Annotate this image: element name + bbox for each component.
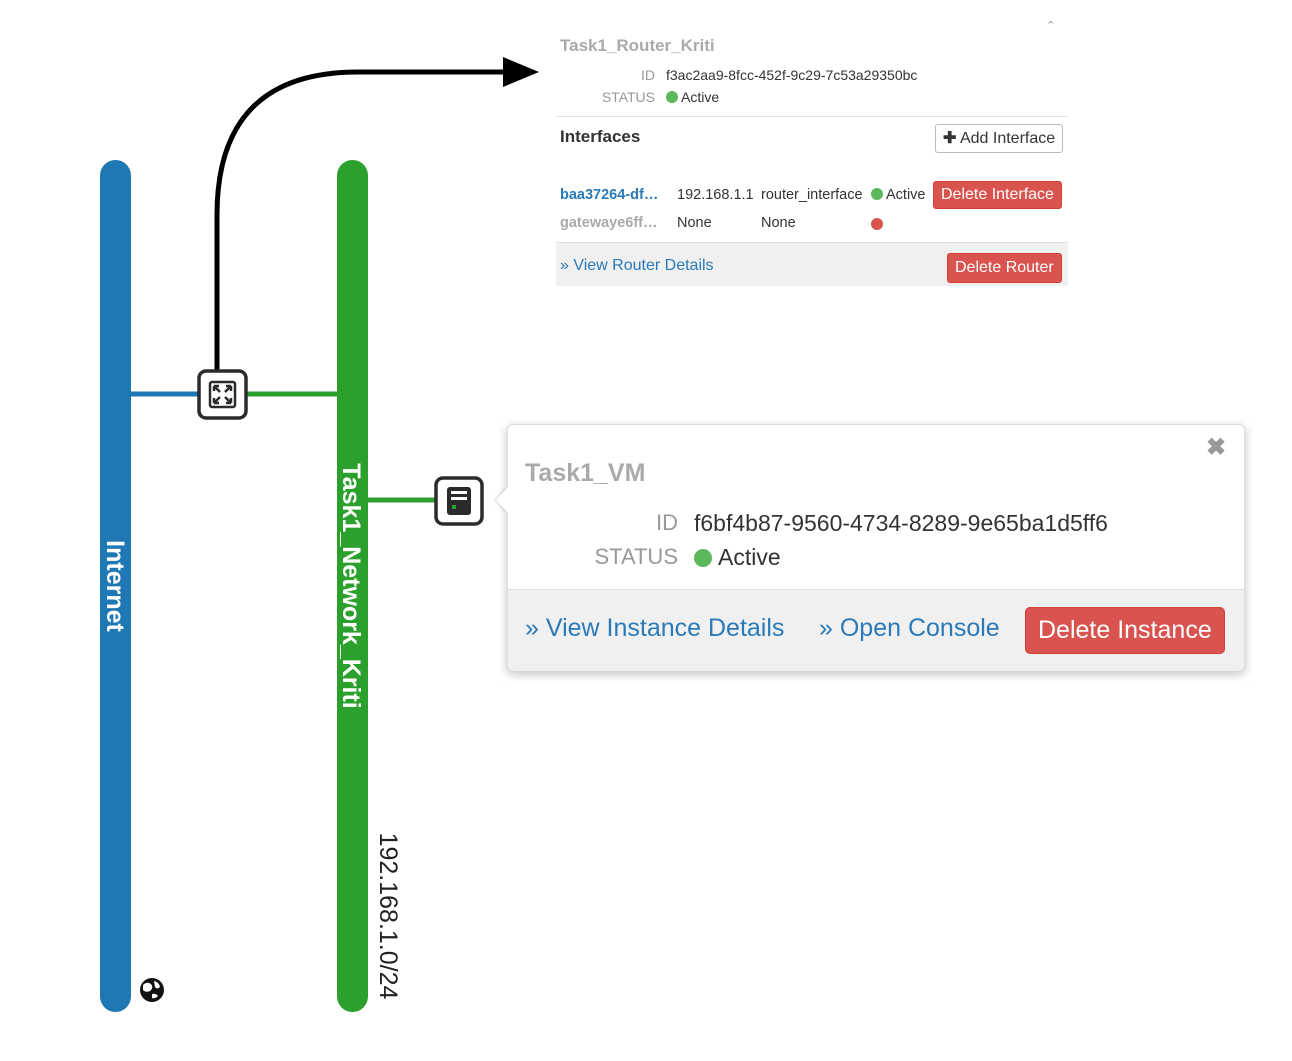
instance-id-label: ID xyxy=(656,510,678,535)
annotation-arrow xyxy=(214,57,539,372)
interface-type: router_interface xyxy=(761,187,863,203)
popup-pointer xyxy=(496,487,508,513)
gateway-status xyxy=(871,217,883,235)
instance-title: Task1_VM xyxy=(525,459,646,487)
external-network-label: Internet xyxy=(101,540,129,632)
open-console-link[interactable]: » Open Console xyxy=(819,614,1000,643)
status-active-icon xyxy=(871,188,883,200)
delete-instance-button[interactable]: Delete Instance xyxy=(1025,607,1225,654)
router-title: Task1_Router_Kriti xyxy=(560,36,715,55)
interfaces-heading: Interfaces xyxy=(560,127,641,146)
globe-icon xyxy=(140,978,164,1002)
router-id-value: f3ac2aa9-8fcc-452f-9c29-7c53a29350bc xyxy=(666,67,918,83)
gateway-interface-ip: None xyxy=(677,215,712,231)
router-popup: ˆ Task1_Router_Kriti ID f3ac2aa9-8fcc-45… xyxy=(556,20,1068,286)
status-error-icon xyxy=(871,218,883,230)
divider xyxy=(556,116,1068,117)
gateway-interface-name[interactable]: gatewaye6ff… xyxy=(560,215,658,231)
interface-name-link[interactable]: baa37264-df… xyxy=(560,187,658,203)
interface-ip: 192.168.1.1 xyxy=(677,187,754,203)
router-popup-footer: » View Router Details Delete Router xyxy=(556,242,1068,286)
status-active-icon xyxy=(694,549,712,567)
view-instance-details-link[interactable]: » View Instance Details xyxy=(525,614,784,643)
router-node[interactable] xyxy=(197,369,248,420)
server-icon xyxy=(447,487,471,515)
chevron-up-icon[interactable]: ˆ xyxy=(1048,20,1053,38)
router-status-value: Active xyxy=(681,89,720,105)
close-icon[interactable]: ✖ xyxy=(1206,433,1226,462)
private-network-label: Task1_Network_Kriti xyxy=(337,463,365,708)
instance-id-value: f6bf4b87-9560-4734-8289-9e65ba1d5ff6 xyxy=(694,510,1108,536)
private-network-bar[interactable]: Task1_Network_Kriti xyxy=(337,160,368,1012)
delete-interface-button[interactable]: Delete Interface xyxy=(933,181,1062,209)
interface-status-value: Active xyxy=(886,187,926,203)
router-status: Active xyxy=(666,89,719,105)
private-network-cidr: 192.168.1.0/24 xyxy=(374,833,402,1000)
instance-node[interactable] xyxy=(434,476,484,526)
status-active-icon xyxy=(666,91,678,103)
instance-popup-footer: » View Instance Details » Open Console D… xyxy=(508,589,1244,671)
interface-status: Active xyxy=(871,187,926,203)
add-interface-label: Add Interface xyxy=(959,130,1056,147)
delete-router-button[interactable]: Delete Router xyxy=(947,253,1062,283)
instance-popup: ✖ Task1_VM ID f6bf4b87-9560-4734-8289-9e… xyxy=(496,424,1245,671)
router-id-label: ID xyxy=(641,67,655,83)
gateway-interface-type: None xyxy=(761,215,796,231)
external-network-bar[interactable]: Internet xyxy=(100,160,131,1012)
view-router-details-link[interactable]: » View Router Details xyxy=(560,257,714,275)
instance-status-label: STATUS xyxy=(594,544,678,569)
instance-status-value: Active xyxy=(718,544,781,570)
router-status-label: STATUS xyxy=(601,89,655,105)
add-interface-button[interactable]: ✚ Add Interface xyxy=(935,124,1064,153)
plus-icon: ✚ xyxy=(943,130,957,147)
instance-status: Active xyxy=(694,544,781,571)
